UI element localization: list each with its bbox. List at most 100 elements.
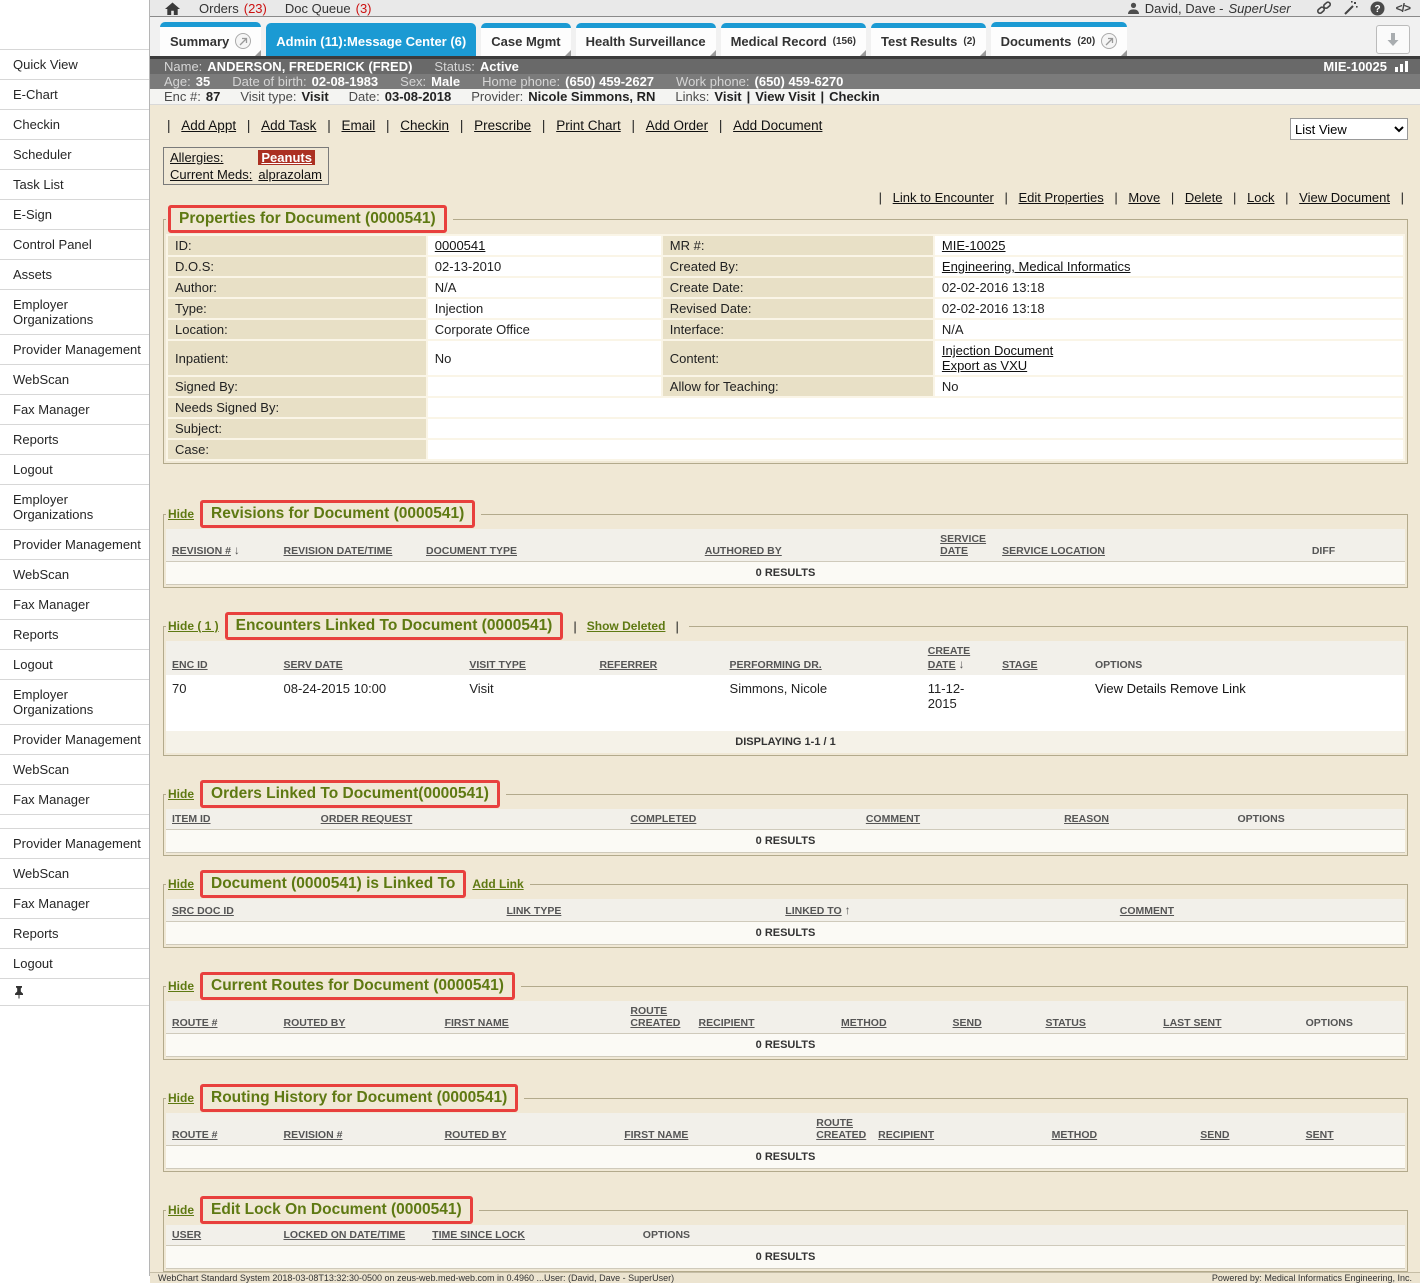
sort-method[interactable]: METHOD bbox=[841, 1017, 887, 1029]
sort-route-number[interactable]: ROUTE # bbox=[172, 1129, 218, 1141]
sidebar-item-fax-manager[interactable]: Fax Manager bbox=[0, 395, 149, 425]
edit-properties-link[interactable]: Edit Properties bbox=[1019, 190, 1104, 205]
link-tool-button[interactable] bbox=[1316, 0, 1332, 16]
sort-visit-type[interactable]: VISIT TYPE bbox=[469, 659, 526, 671]
sidebar-item-scheduler[interactable]: Scheduler bbox=[0, 140, 149, 170]
sidebar-item-employer-organizations[interactable]: Employer Organizations bbox=[0, 485, 149, 530]
sort-performing-dr[interactable]: PERFORMING DR. bbox=[730, 659, 822, 671]
sort-src-doc-id[interactable]: SRC DOC ID bbox=[172, 905, 234, 917]
sidebar-item-fax-manager[interactable]: Fax Manager bbox=[0, 785, 149, 815]
sidebar-item-webscan[interactable]: WebScan bbox=[0, 755, 149, 785]
sort-time-since-lock[interactable]: TIME SINCE LOCK bbox=[432, 1229, 525, 1241]
sidebar-item-logout[interactable]: Logout bbox=[0, 455, 149, 485]
export-as-vxu-link[interactable]: Export as VXU bbox=[942, 358, 1396, 373]
remove-link-link[interactable]: Remove Link bbox=[1170, 681, 1246, 696]
allergies-link[interactable]: Allergies: bbox=[170, 150, 223, 165]
sidebar-item-reports[interactable]: Reports bbox=[0, 620, 149, 650]
tab-test-results[interactable]: Test Results (2) bbox=[871, 23, 986, 56]
sidebar-item-provider-management[interactable]: Provider Management bbox=[0, 530, 149, 560]
hide-revisions-link[interactable]: Hide bbox=[168, 507, 194, 521]
hide-linked-link[interactable]: Hide bbox=[168, 877, 194, 891]
sidebar-item-provider-management[interactable]: Provider Management bbox=[0, 725, 149, 755]
sort-item-id[interactable]: ITEM ID bbox=[172, 813, 211, 825]
injection-document-link[interactable]: Injection Document bbox=[942, 343, 1396, 358]
show-deleted-link[interactable]: Show Deleted bbox=[587, 619, 666, 633]
doc-queue-menu[interactable]: Doc Queue (3) bbox=[285, 1, 372, 16]
sidebar-item-logout[interactable]: Logout bbox=[0, 650, 149, 680]
encounter-link-view-visit[interactable]: View Visit bbox=[755, 89, 815, 104]
sidebar-item-control-panel[interactable]: Control Panel bbox=[0, 230, 149, 260]
bar-chart-icon[interactable] bbox=[1394, 60, 1410, 73]
view-document-link[interactable]: View Document bbox=[1299, 190, 1390, 205]
view-details-link[interactable]: View Details bbox=[1095, 681, 1166, 696]
sort-status[interactable]: STATUS bbox=[1045, 1017, 1085, 1029]
help-button[interactable]: ? bbox=[1370, 1, 1385, 16]
allergy-peanuts-link[interactable]: Peanuts bbox=[258, 150, 315, 165]
sort-route-created[interactable]: ROUTE CREATED bbox=[630, 1005, 680, 1029]
tab-admin-message-center[interactable]: Admin (11):Message Center (6) bbox=[266, 23, 476, 56]
add-document-link[interactable]: Add Document bbox=[733, 118, 822, 133]
sidebar-item-checkin[interactable]: Checkin bbox=[0, 110, 149, 140]
checkin-link[interactable]: Checkin bbox=[400, 118, 449, 133]
sort-sent[interactable]: SENT bbox=[1306, 1129, 1334, 1141]
tab-summary[interactable]: Summary bbox=[160, 22, 261, 56]
orders-menu[interactable]: Orders (23) bbox=[199, 1, 267, 16]
encounter-link-checkin[interactable]: Checkin bbox=[829, 89, 880, 104]
current-user[interactable]: David, Dave - SuperUser bbox=[1127, 1, 1291, 16]
view-mode-select[interactable]: List View bbox=[1290, 118, 1408, 140]
sort-routed-by[interactable]: ROUTED BY bbox=[284, 1017, 346, 1029]
tab-case-mgmt[interactable]: Case Mgmt bbox=[481, 23, 570, 56]
tab-documents[interactable]: Documents (20) bbox=[991, 22, 1128, 56]
wand-tool-button[interactable] bbox=[1343, 0, 1359, 16]
hide-lock-link[interactable]: Hide bbox=[168, 1203, 194, 1217]
mr-number-link[interactable]: MIE-10025 bbox=[942, 238, 1006, 253]
sort-enc-id[interactable]: ENC ID bbox=[172, 659, 208, 671]
add-order-link[interactable]: Add Order bbox=[646, 118, 708, 133]
sidebar-item-reports[interactable]: Reports bbox=[0, 425, 149, 455]
sort-referrer[interactable]: REFERRER bbox=[599, 659, 657, 671]
sidebar-item-webscan[interactable]: WebScan bbox=[0, 560, 149, 590]
sort-linked-to[interactable]: LINKED TO bbox=[785, 905, 841, 917]
home-button[interactable] bbox=[164, 1, 181, 16]
sort-revision-number[interactable]: REVISION # bbox=[284, 1129, 343, 1141]
sidebar-item-employer-organizations[interactable]: Employer Organizations bbox=[0, 680, 149, 725]
sidebar-item-fax-manager[interactable]: Fax Manager bbox=[0, 590, 149, 620]
sidebar-item-reports[interactable]: Reports bbox=[0, 919, 149, 949]
tab-medical-record[interactable]: Medical Record (156) bbox=[721, 23, 866, 56]
sidebar-item-quick-view[interactable]: Quick View bbox=[0, 50, 149, 80]
sort-service-location[interactable]: SERVICE LOCATION bbox=[1002, 545, 1105, 557]
encounter-link-visit[interactable]: Visit bbox=[714, 89, 741, 104]
sort-link-type[interactable]: LINK TYPE bbox=[507, 905, 562, 917]
sort-revision-datetime[interactable]: REVISION DATE/TIME bbox=[284, 545, 393, 557]
sort-route-number[interactable]: ROUTE # bbox=[172, 1017, 218, 1029]
hide-orders-link[interactable]: Hide bbox=[168, 787, 194, 801]
sort-last-sent[interactable]: LAST SENT bbox=[1163, 1017, 1221, 1029]
sort-route-created[interactable]: ROUTE CREATED bbox=[816, 1117, 866, 1141]
sidebar-item-e-chart[interactable]: E-Chart bbox=[0, 80, 149, 110]
sidebar-item-fax-manager[interactable]: Fax Manager bbox=[0, 889, 149, 919]
download-button[interactable] bbox=[1376, 25, 1410, 54]
sort-first-name[interactable]: FIRST NAME bbox=[624, 1129, 688, 1141]
med-alprazolam-link[interactable]: alprazolam bbox=[258, 167, 322, 182]
sort-first-name[interactable]: FIRST NAME bbox=[445, 1017, 509, 1029]
sort-user[interactable]: USER bbox=[172, 1229, 201, 1241]
sort-stage[interactable]: STAGE bbox=[1002, 659, 1037, 671]
sidebar-item-employer-organizations[interactable]: Employer Organizations bbox=[0, 290, 149, 335]
sort-service-date[interactable]: SERVICE DATE bbox=[940, 533, 986, 557]
sidebar-item-assets[interactable]: Assets bbox=[0, 260, 149, 290]
sort-revision-number[interactable]: REVISION # bbox=[172, 545, 231, 557]
sidebar-item-task-list[interactable]: Task List bbox=[0, 170, 149, 200]
sort-authored-by[interactable]: AUTHORED BY bbox=[705, 545, 782, 557]
document-id-link[interactable]: 0000541 bbox=[435, 238, 486, 253]
add-appt-link[interactable]: Add Appt bbox=[181, 118, 236, 133]
sort-reason[interactable]: REASON bbox=[1064, 813, 1109, 825]
sort-recipient[interactable]: RECIPIENT bbox=[878, 1129, 934, 1141]
sidebar-item-e-sign[interactable]: E-Sign bbox=[0, 200, 149, 230]
sort-locked-on[interactable]: LOCKED ON DATE/TIME bbox=[284, 1229, 406, 1241]
delete-link[interactable]: Delete bbox=[1185, 190, 1223, 205]
hide-routes-link[interactable]: Hide bbox=[168, 979, 194, 993]
hide-encounters-link[interactable]: Hide ( 1 ) bbox=[168, 619, 219, 633]
sidebar-item-webscan[interactable]: WebScan bbox=[0, 365, 149, 395]
print-chart-link[interactable]: Print Chart bbox=[556, 118, 621, 133]
sort-recipient[interactable]: RECIPIENT bbox=[699, 1017, 755, 1029]
